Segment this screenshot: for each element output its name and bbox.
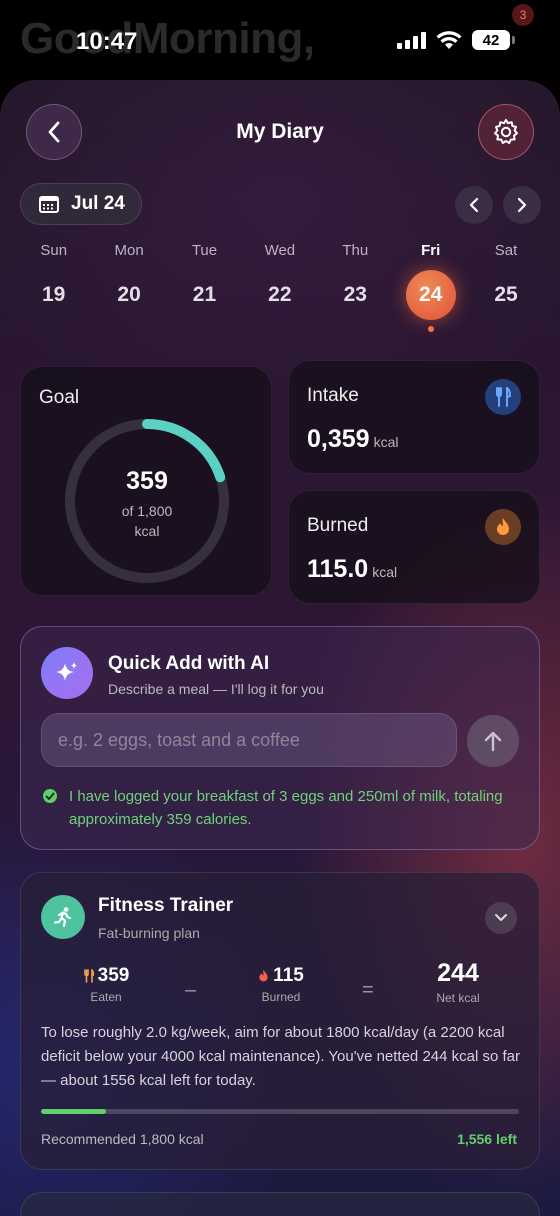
recommended-kcal: Recommended 1,800 kcal (41, 1131, 204, 1147)
flame-icon (485, 509, 521, 545)
quick-add-title: Quick Add with AI (108, 653, 270, 674)
day-number: 21 (192, 283, 217, 306)
burned-value-row: 115.0 kcal (307, 555, 397, 584)
intake-value-row: 0,359 kcal (307, 425, 398, 454)
daily-progress-bar (41, 1109, 519, 1114)
kcal-left: 1,556 left (457, 1131, 517, 1147)
day-name: Mon (114, 242, 144, 259)
net-column: 244 Net kcal (413, 959, 503, 1005)
day-wed[interactable]: Wed 22 (242, 242, 317, 332)
day-name: Tue (191, 242, 218, 259)
intake-card[interactable]: Intake 0,359 kcal (288, 360, 540, 474)
flame-icon (259, 969, 268, 982)
daily-progress-fill (41, 1109, 106, 1114)
status-icons: 42 (397, 30, 515, 50)
day-name: Wed (264, 242, 296, 259)
day-sat[interactable]: Sat 25 (468, 242, 543, 332)
notification-badge: 3 (512, 4, 534, 26)
checkmark-icon (43, 789, 57, 803)
day-fri-selected[interactable]: Fri 24 (393, 242, 468, 332)
battery-indicator: 42 (472, 30, 515, 50)
chevron-down-icon (495, 914, 507, 921)
quick-add-subtitle: Describe a meal — I'll log it for you (108, 681, 324, 697)
fitness-title: Fitness Trainer (98, 895, 234, 916)
burned-card[interactable]: Burned 115.0 kcal (288, 490, 540, 604)
day-name: Thu (342, 242, 369, 259)
minus-sign: – (185, 979, 197, 1001)
date-picker-button[interactable]: Jul 24 (20, 183, 142, 225)
goal-total-text: of 1,800 (121, 503, 173, 519)
eaten-value: 359 (97, 965, 130, 986)
burned-value: 115 (273, 965, 304, 986)
day-number: 24 (405, 270, 456, 320)
burned-unit: kcal (372, 564, 398, 580)
day-thu[interactable]: Thu 23 (318, 242, 393, 332)
day-number: 25 (494, 283, 518, 306)
date-label: Jul 24 (71, 193, 125, 214)
week-strip: Sun 19 Mon 20 Tue 21 Wed 22 Thu 23 Fri 2… (16, 242, 544, 332)
diary-sheet: My Diary Jul 24 Sun 19 Mon 20 Tue 21 Wed… (0, 80, 560, 1216)
send-button[interactable] (467, 715, 519, 767)
collapse-toggle-button[interactable] (485, 902, 517, 934)
eaten-column: 359 Eaten (61, 965, 151, 1004)
goal-progress-ring (65, 419, 229, 583)
selected-day-dot (427, 326, 434, 332)
ai-confirmation-message: I have logged your breakfast of 3 eggs a… (69, 788, 503, 828)
chevron-left-icon (469, 197, 479, 213)
day-number: 22 (268, 283, 292, 306)
previous-week-button[interactable] (455, 186, 493, 224)
intake-value: 0,359 (307, 425, 370, 453)
goal-consumed-value: 359 (126, 467, 168, 495)
status-bar: GoodMorning, 10:47 42 3 (0, 0, 560, 80)
day-number: 23 (343, 283, 367, 306)
day-number: 20 (117, 283, 141, 306)
chevron-right-icon (517, 197, 527, 213)
burned-label: Burned (261, 990, 301, 1004)
goal-label: Goal (39, 387, 80, 408)
fitness-description: To lose roughly 2.0 kg/week, aim for abo… (41, 1024, 520, 1089)
next-week-button[interactable] (503, 186, 541, 224)
fork-knife-icon (485, 379, 521, 415)
burned-value: 115.0 (307, 555, 369, 583)
day-name: Sun (40, 242, 68, 259)
net-value: 244 (437, 959, 479, 987)
wifi-icon (436, 30, 462, 49)
fitness-subtitle: Fat-burning plan (98, 925, 200, 941)
running-icon (41, 895, 85, 939)
day-number: 19 (42, 283, 66, 306)
burned-column: 115 Burned (236, 965, 326, 1004)
intake-unit: kcal (373, 434, 399, 450)
day-name: Fri (421, 242, 441, 259)
burned-label: Burned (307, 515, 369, 536)
fork-knife-icon (83, 969, 94, 983)
sparkles-icon (41, 647, 93, 699)
page-title: My Diary (236, 120, 324, 143)
intake-label: Intake (307, 385, 359, 406)
day-name: Sat (494, 242, 518, 259)
next-card-partial (20, 1192, 540, 1216)
cellular-signal-icon (397, 31, 426, 49)
quick-add-card: Quick Add with AI Describe a meal — I'll… (20, 626, 540, 850)
equals-sign: = (362, 979, 374, 1001)
goal-card: Goal 359 of 1,800 kcal (20, 366, 272, 596)
day-mon[interactable]: Mon 20 (91, 242, 166, 332)
fitness-trainer-card: Fitness Trainer Fat-burning plan 359 Eat… (20, 872, 540, 1170)
status-time: 10:47 (76, 28, 138, 55)
eaten-label: Eaten (90, 990, 122, 1004)
day-sun[interactable]: Sun 19 (16, 242, 91, 332)
settings-button[interactable] (478, 104, 534, 160)
arrow-up-icon (484, 731, 502, 752)
day-tue[interactable]: Tue 21 (167, 242, 242, 332)
calendar-icon (39, 196, 59, 213)
goal-unit: kcal (134, 523, 160, 539)
meal-description-input[interactable] (41, 713, 457, 767)
gear-icon (494, 119, 518, 144)
greeting-title-behind: GoodMorning, (20, 14, 315, 63)
net-label: Net kcal (436, 991, 480, 1005)
